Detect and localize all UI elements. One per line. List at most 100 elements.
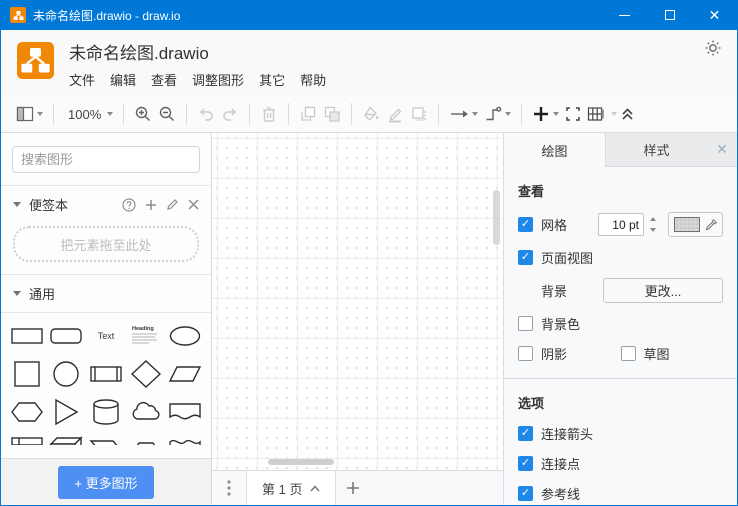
shape-hexagon[interactable] (7, 393, 47, 431)
guides-checkbox[interactable]: ✓ (518, 486, 533, 501)
minimize-button[interactable] (602, 0, 647, 30)
stepper-down-button[interactable] (646, 225, 659, 236)
page-view-row: ✓ 页面视图 (518, 248, 723, 267)
sketch-option: 草图 (621, 344, 724, 363)
grid-size-input[interactable] (598, 213, 644, 236)
shape-step[interactable] (86, 431, 126, 445)
add-page-button[interactable] (336, 471, 370, 505)
zoom-level-dropdown[interactable]: 100% (61, 105, 116, 124)
drawing-canvas[interactable] (212, 133, 503, 470)
shape-trapezoid[interactable] (126, 431, 166, 445)
connection-arrow-button[interactable] (446, 103, 481, 125)
shape-circle[interactable] (47, 355, 87, 393)
shape-parallelogram[interactable] (165, 355, 205, 393)
shape-diamond[interactable] (126, 355, 166, 393)
drawio-window: 未命名绘图.drawio - draw.io ✕ 未命名绘图.drawio 文件… (0, 0, 738, 506)
shape-rectangle[interactable] (7, 317, 47, 355)
vertical-scrollbar[interactable] (493, 190, 500, 245)
more-shapes-button[interactable]: + 更多图形 (58, 466, 153, 499)
zoom-in-icon (134, 105, 152, 123)
connection-arrows-checkbox[interactable]: ✓ (518, 426, 533, 441)
scratchpad-drop-area[interactable]: 把元素拖至此处 (13, 226, 199, 262)
shape-ellipse[interactable] (165, 317, 205, 355)
tab-style[interactable]: 样式 (605, 133, 707, 167)
menu-file[interactable]: 文件 (69, 70, 95, 89)
stepper-up-button[interactable] (646, 214, 659, 225)
shadow-sketch-row: 阴影 草图 (518, 344, 723, 363)
add-icon[interactable] (145, 199, 157, 211)
sketch-checkbox[interactable] (621, 346, 636, 361)
table-button[interactable] (584, 104, 608, 124)
view-panels-button[interactable] (13, 103, 46, 125)
page-tab-1[interactable]: 第 1 页 (246, 471, 336, 505)
to-front-button[interactable] (296, 103, 320, 125)
shape-process[interactable] (86, 355, 126, 393)
collapse-expand-button[interactable] (608, 104, 638, 124)
zoom-out-button[interactable] (155, 103, 179, 125)
shadow-button[interactable] (407, 103, 431, 125)
shape-cube[interactable] (47, 431, 87, 445)
grid-color-swatch (674, 217, 700, 232)
page-view-checkbox[interactable]: ✓ (518, 250, 533, 265)
scratchpad-actions (122, 198, 199, 212)
format-panel-close-button[interactable]: ✕ (707, 133, 737, 167)
shape-internal-storage[interactable] (7, 431, 47, 445)
maximize-button[interactable] (647, 0, 692, 30)
to-front-icon (299, 105, 317, 123)
vertical-dots-icon (227, 480, 231, 496)
connection-points-checkbox[interactable]: ✓ (518, 456, 533, 471)
menu-arrange[interactable]: 调整图形 (192, 70, 244, 89)
grid-checkbox[interactable]: ✓ (518, 217, 533, 232)
shape-tape[interactable] (165, 431, 205, 445)
shape-square[interactable] (7, 355, 47, 393)
help-icon[interactable] (122, 198, 136, 212)
view-panels-caret-icon (37, 112, 43, 116)
scratchpad-header[interactable]: 便签本 (1, 186, 211, 223)
format-panel: 绘图 样式 ✕ 查看 ✓ 网格 (503, 133, 737, 505)
sidebar-footer: + 更多图形 (1, 458, 211, 505)
shape-cloud[interactable] (126, 393, 166, 431)
undo-button[interactable] (194, 103, 218, 125)
insert-button[interactable] (529, 103, 562, 125)
to-back-button[interactable] (320, 103, 344, 125)
menu-extras[interactable]: 其它 (259, 70, 285, 89)
main-area: 便签本 把元素拖至此处 (1, 133, 737, 505)
grid-color-button[interactable] (668, 212, 723, 237)
delete-button[interactable] (257, 103, 281, 125)
redo-button[interactable] (218, 103, 242, 125)
maximize-icon (665, 10, 675, 20)
edit-pencil-icon[interactable] (166, 198, 179, 211)
pages-menu-button[interactable] (212, 471, 246, 505)
arrow-right-icon (449, 105, 469, 123)
close-button[interactable]: ✕ (692, 0, 737, 30)
menu-edit[interactable]: 编辑 (110, 70, 136, 89)
menu-view[interactable]: 查看 (151, 70, 177, 89)
shape-search-input[interactable] (21, 152, 197, 167)
theme-toggle-button[interactable] (703, 38, 723, 63)
shape-cylinder[interactable] (86, 393, 126, 431)
fit-page-button[interactable] (562, 104, 584, 124)
grid-size-stepper (646, 214, 659, 236)
fill-color-icon (362, 105, 380, 123)
change-background-button[interactable]: 更改... (603, 278, 723, 303)
menu-help[interactable]: 帮助 (300, 70, 326, 89)
connector-style-button[interactable] (481, 103, 514, 125)
toolbar-divider (249, 103, 250, 125)
zoom-in-button[interactable] (131, 103, 155, 125)
close-scratchpad-icon[interactable] (188, 199, 199, 210)
shape-textbox[interactable]: Heading (126, 317, 166, 355)
connection-points-row: ✓ 连接点 (518, 454, 723, 473)
shadow-checkbox[interactable] (518, 346, 533, 361)
shape-triangle[interactable] (47, 393, 87, 431)
header-text: 未命名绘图.drawio 文件 编辑 查看 调整图形 其它 帮助 (69, 39, 341, 96)
tab-diagram[interactable]: 绘图 (504, 133, 605, 167)
line-color-button[interactable] (383, 103, 407, 125)
shape-text[interactable]: Text (86, 317, 126, 355)
general-section-header[interactable]: 通用 (1, 275, 211, 312)
horizontal-scrollbar[interactable] (268, 459, 334, 465)
shape-rounded-rectangle[interactable] (47, 317, 87, 355)
shapes-sidebar: 便签本 把元素拖至此处 (1, 133, 212, 505)
shape-document[interactable] (165, 393, 205, 431)
fill-color-button[interactable] (359, 103, 383, 125)
background-color-checkbox[interactable] (518, 316, 533, 331)
